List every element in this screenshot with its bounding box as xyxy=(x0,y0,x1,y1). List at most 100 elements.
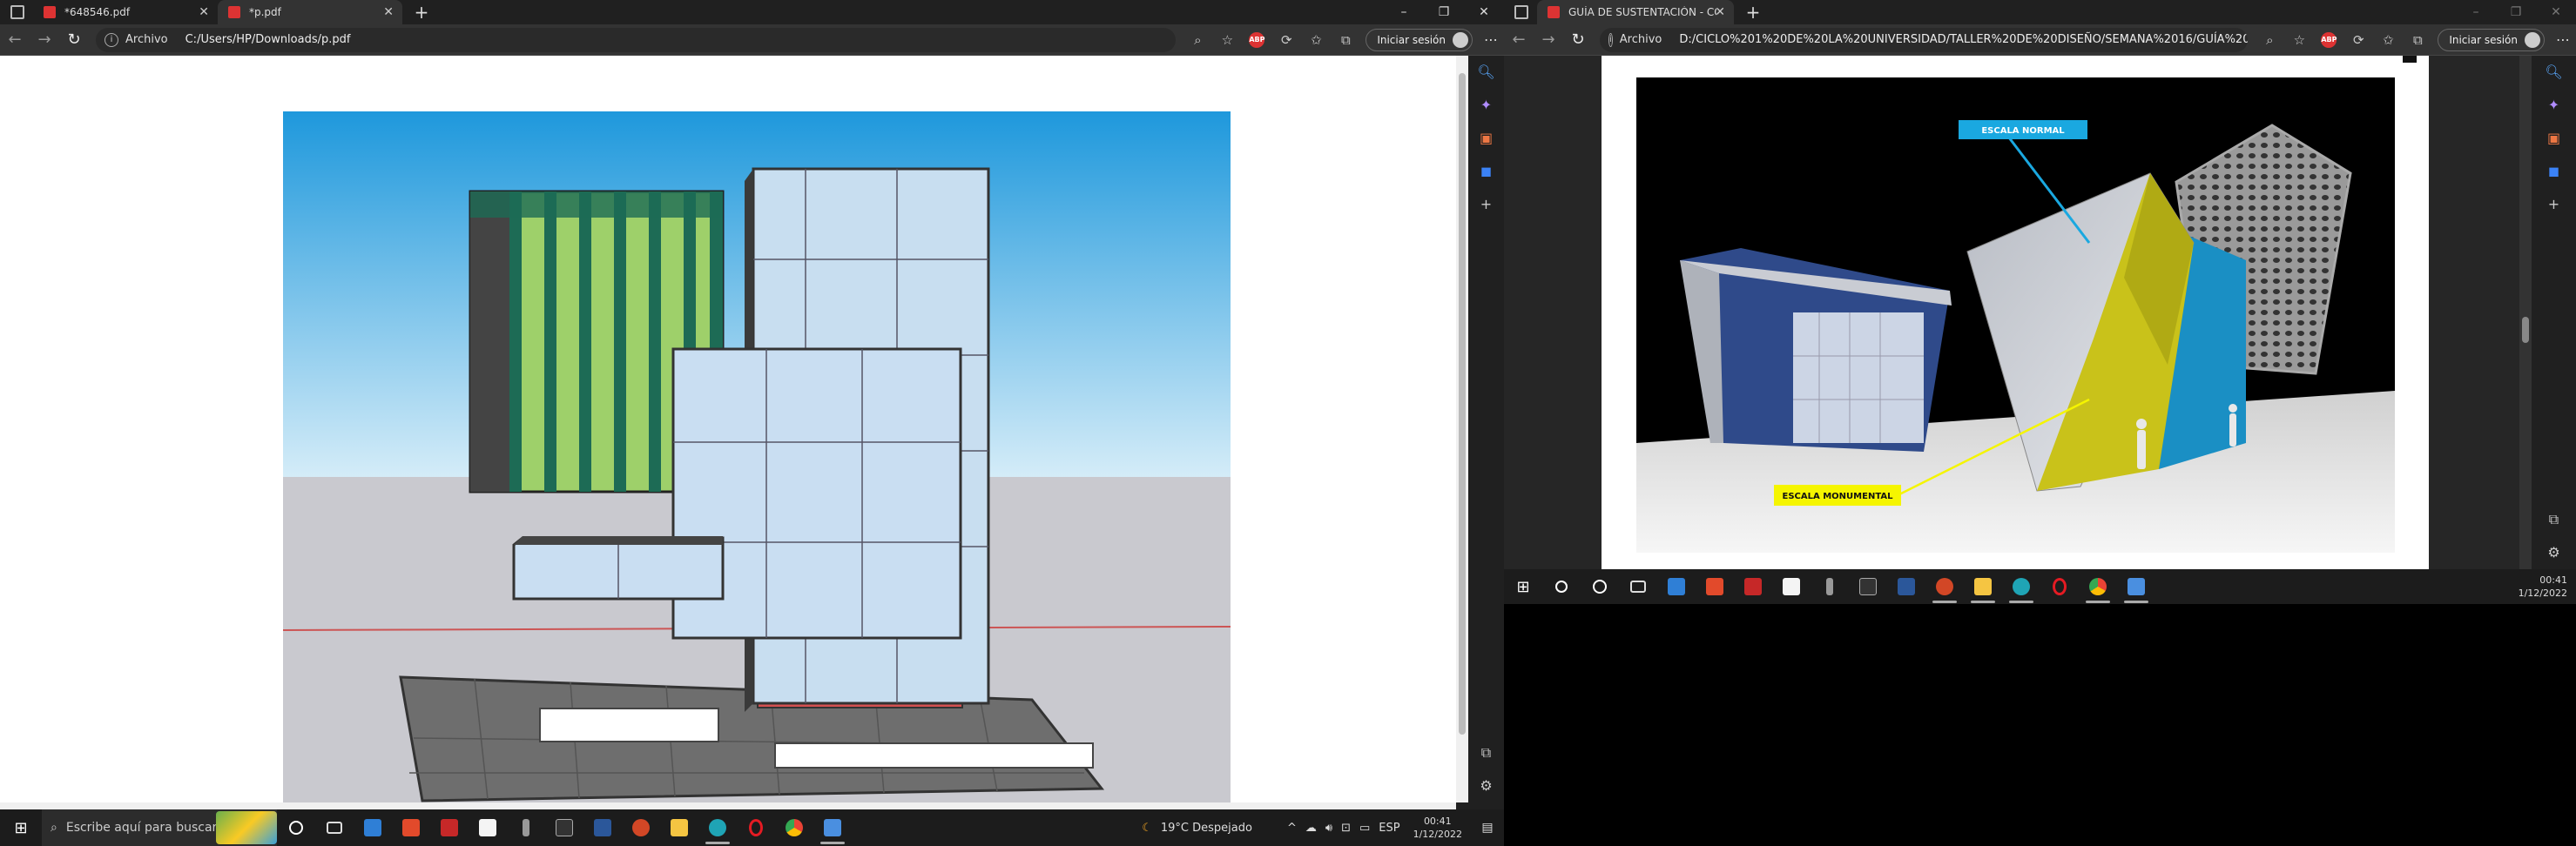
back-icon[interactable]: ← xyxy=(0,30,30,49)
display-icon[interactable]: ▭ xyxy=(1359,822,1370,835)
notification-icon[interactable]: ▤ xyxy=(1475,821,1500,835)
more-icon[interactable]: ⋯ xyxy=(2550,31,2576,48)
network-icon[interactable]: ⊡ xyxy=(1341,822,1351,835)
tab-guia-sustentacion[interactable]: GUÍA DE SUSTENTACIÓN - CON ✕ xyxy=(1537,0,1734,24)
signin-button[interactable]: Iniciar sesión xyxy=(1366,28,1473,51)
close-tab-icon[interactable]: ✕ xyxy=(199,5,209,19)
pdf-viewer-left[interactable] xyxy=(0,56,1456,802)
new-tab-icon[interactable]: + xyxy=(1743,2,1763,23)
volume-icon[interactable]: 🔊︎ xyxy=(1325,822,1332,835)
shopping-icon[interactable]: ✦ xyxy=(2548,89,2559,122)
extension-icon[interactable]: ⟳ xyxy=(2343,32,2373,48)
minimize-icon[interactable]: – xyxy=(2456,0,2496,24)
opera-icon[interactable] xyxy=(737,809,775,846)
adblock-icon[interactable]: ABP xyxy=(2321,31,2337,48)
favorites-icon[interactable]: ✩ xyxy=(2373,32,2403,48)
search-icon[interactable]: 🔍︎ xyxy=(1477,56,1494,89)
split-screen-icon[interactable]: ⧉ xyxy=(2549,503,2559,536)
office-icon[interactable] xyxy=(1696,568,1734,604)
scroll-thumb[interactable] xyxy=(1459,73,1466,735)
search-icon[interactable]: 🔍︎ xyxy=(2545,56,2562,89)
minimize-icon[interactable]: – xyxy=(1384,0,1424,24)
shopping-icon[interactable]: ✦ xyxy=(1480,89,1492,122)
close-window-icon[interactable]: ✕ xyxy=(1464,0,1504,24)
maximize-icon[interactable]: ❐ xyxy=(2496,0,2536,24)
read-aloud-icon[interactable]: ☆ xyxy=(1212,32,1242,48)
tab-actions-icon[interactable] xyxy=(1514,5,1528,19)
opera-icon[interactable] xyxy=(2040,568,2079,604)
close-tab-icon[interactable]: ✕ xyxy=(383,5,394,19)
mail-icon[interactable] xyxy=(354,809,392,846)
task-view-icon[interactable] xyxy=(1619,568,1657,604)
office-icon[interactable]: ▣ xyxy=(1480,122,1493,155)
office-icon[interactable]: ▣ xyxy=(2547,122,2560,155)
store-icon[interactable] xyxy=(469,809,507,846)
add-sidebar-icon[interactable]: + xyxy=(1480,188,1492,221)
forward-icon[interactable]: → xyxy=(1534,30,1563,49)
app-blue-icon[interactable] xyxy=(2117,568,2155,604)
new-tab-icon[interactable]: + xyxy=(411,2,432,23)
device-icon[interactable] xyxy=(507,809,545,846)
tab-648546[interactable]: *648546.pdf ✕ xyxy=(33,0,218,24)
mail-icon[interactable] xyxy=(1657,568,1696,604)
edge-icon[interactable] xyxy=(2002,568,2040,604)
scroll-thumb[interactable] xyxy=(2522,317,2529,343)
info-icon[interactable]: i xyxy=(1608,32,1613,47)
left-vertical-scrollbar[interactable] xyxy=(1456,56,1468,802)
tab-p-pdf[interactable]: *p.pdf ✕ xyxy=(218,0,402,24)
device-icon[interactable] xyxy=(1811,568,1849,604)
chrome-icon[interactable] xyxy=(775,809,813,846)
close-tab-icon[interactable]: ✕ xyxy=(1715,5,1725,19)
cortana-icon[interactable] xyxy=(1581,568,1619,604)
taskbar-clock[interactable]: 00:41 1/12/2022 xyxy=(2519,574,2567,600)
zoom-icon[interactable]: ⌕ xyxy=(1183,32,1212,48)
taskbar-search-box[interactable]: ⌕ Escribe aquí para buscar xyxy=(42,809,277,846)
add-sidebar-icon[interactable]: + xyxy=(2548,188,2559,221)
windows-start-icon[interactable]: ⊞ xyxy=(0,819,42,837)
collections-icon[interactable]: ⧉ xyxy=(1331,32,1360,48)
split-screen-icon[interactable]: ⧉ xyxy=(1481,736,1491,769)
epic-games-icon[interactable] xyxy=(1849,568,1887,604)
outlook-icon[interactable]: ◼ xyxy=(1480,155,1492,188)
powerpoint-icon[interactable] xyxy=(622,809,660,846)
cortana-icon[interactable] xyxy=(277,809,315,846)
right-vertical-scrollbar[interactable] xyxy=(2519,56,2532,569)
weather-text[interactable]: 19°C Despejado xyxy=(1161,822,1252,835)
forward-icon[interactable]: → xyxy=(30,30,59,49)
taskbar-clock[interactable]: 00:41 1/12/2022 xyxy=(1413,815,1462,841)
address-bar[interactable]: i Archivo D:/CICLO%201%20DE%20LA%20UNIVE… xyxy=(1600,27,2249,52)
windows-start-icon[interactable]: ⊞ xyxy=(1504,578,1542,596)
collections-icon[interactable]: ⧉ xyxy=(2403,32,2432,48)
task-view-icon[interactable] xyxy=(315,809,354,846)
word-icon[interactable] xyxy=(583,809,622,846)
adblock-icon[interactable]: ABP xyxy=(1249,31,1264,48)
tab-actions-icon[interactable] xyxy=(10,5,24,19)
search-icon[interactable] xyxy=(1542,568,1581,604)
back-icon[interactable]: ← xyxy=(1504,30,1534,49)
favorites-icon[interactable]: ✩ xyxy=(1301,32,1331,48)
maximize-icon[interactable]: ❐ xyxy=(1424,0,1464,24)
epic-games-icon[interactable] xyxy=(545,809,583,846)
app-red-icon[interactable] xyxy=(1734,568,1772,604)
read-aloud-icon[interactable]: ☆ xyxy=(2284,32,2314,48)
cloud-icon[interactable]: ☁ xyxy=(1305,822,1317,835)
more-icon[interactable]: ⋯ xyxy=(1478,31,1504,48)
edge-icon[interactable] xyxy=(698,809,737,846)
outlook-icon[interactable]: ◼ xyxy=(2548,155,2559,188)
signin-button[interactable]: Iniciar sesión xyxy=(2438,28,2545,51)
app-blue-icon[interactable] xyxy=(813,809,852,846)
zoom-icon[interactable]: ⌕ xyxy=(2255,32,2284,48)
address-bar[interactable]: i Archivo C:/Users/HP/Downloads/p.pdf xyxy=(96,27,1177,52)
extension-icon[interactable]: ⟳ xyxy=(1271,32,1301,48)
refresh-icon[interactable]: ↻ xyxy=(59,30,89,49)
file-explorer-icon[interactable] xyxy=(660,809,698,846)
chevron-up-icon[interactable]: ^ xyxy=(1287,822,1297,835)
language-indicator[interactable]: ESP xyxy=(1379,822,1399,835)
close-window-icon[interactable]: ✕ xyxy=(2536,0,2576,24)
powerpoint-icon[interactable] xyxy=(1925,568,1964,604)
app-red-icon[interactable] xyxy=(430,809,469,846)
left-horizontal-scrollbar[interactable] xyxy=(0,802,1456,809)
store-icon[interactable] xyxy=(1772,568,1811,604)
refresh-icon[interactable]: ↻ xyxy=(1563,30,1593,49)
file-explorer-icon[interactable] xyxy=(1964,568,2002,604)
